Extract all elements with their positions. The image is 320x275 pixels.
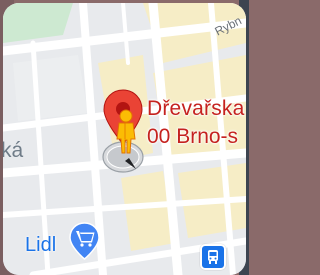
map-thumbnail[interactable]: Rybn ká Lidl Dřevařska 00 Brno-s <box>3 3 246 275</box>
street-view-pegman-icon[interactable] <box>111 109 141 165</box>
place-name-label[interactable]: Dřevařska <box>147 98 245 119</box>
bus-stop-icon[interactable] <box>200 244 226 270</box>
shopping-cart-pin-icon[interactable] <box>69 222 100 260</box>
district-label: ká <box>3 139 24 162</box>
block <box>13 55 88 121</box>
poi-label-lidl[interactable]: Lidl <box>25 235 56 255</box>
place-address-label[interactable]: 00 Brno-s <box>147 126 238 147</box>
